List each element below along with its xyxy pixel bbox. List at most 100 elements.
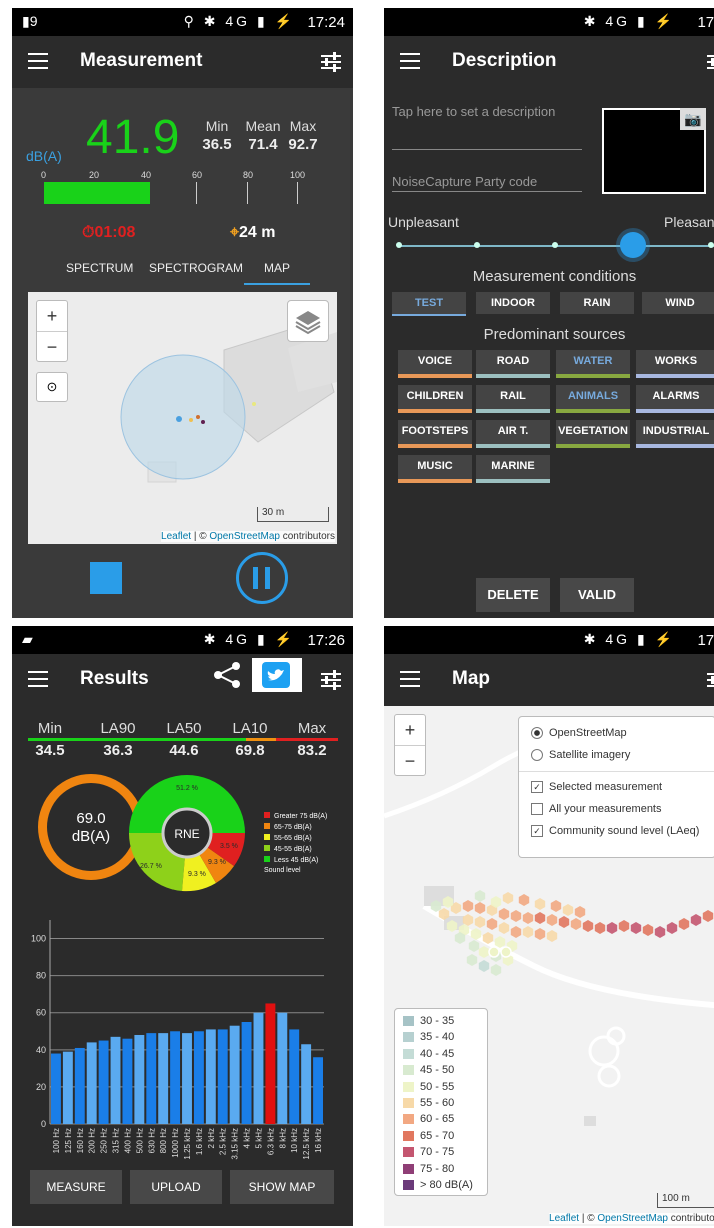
layers-button[interactable]: [287, 300, 329, 342]
x-tick-label: 100 Hz: [52, 1128, 61, 1153]
condition-indoor[interactable]: INDOOR: [476, 292, 550, 314]
x-tick-label: 16 kHz: [314, 1128, 323, 1153]
settings-sliders-icon[interactable]: [319, 668, 343, 692]
settings-sliders-icon[interactable]: [319, 50, 343, 74]
spectrum-bar: [170, 1031, 181, 1124]
level-label-max: Max: [297, 720, 327, 737]
leaflet-link[interactable]: Leaflet: [549, 1213, 579, 1224]
measure-button[interactable]: MEASURE: [30, 1170, 122, 1204]
legend-45-55: 45-55 dB(A): [264, 845, 312, 853]
level-value-la50: 44.6: [169, 742, 199, 759]
x-tick-label: 160 Hz: [76, 1128, 85, 1153]
leaflet-link[interactable]: Leaflet: [161, 531, 191, 542]
zoom-in-button[interactable]: +: [395, 715, 425, 746]
page-title: Map: [452, 668, 490, 689]
measurement-panel: dB(A) 41.9 Min Mean Max 36.5 71.4 92.7 0…: [12, 88, 353, 618]
legend-55-65: 55-65 dB(A): [264, 834, 312, 842]
photo-box[interactable]: 📷: [602, 108, 706, 194]
spectrum-bar: [51, 1053, 61, 1124]
x-tick-label: 3.15 kHz: [231, 1128, 240, 1160]
menu-icon[interactable]: [400, 53, 420, 69]
noise-hexagon: [534, 928, 546, 940]
source-music[interactable]: MUSIC: [398, 455, 472, 483]
menu-icon[interactable]: [28, 671, 48, 687]
layer-osm[interactable]: OpenStreetMap: [531, 727, 627, 740]
osm-link[interactable]: OpenStreetMap: [209, 531, 280, 542]
twitter-icon[interactable]: [252, 658, 302, 692]
legend-sound-level: Sound level: [264, 867, 301, 874]
pause-button[interactable]: [236, 552, 288, 604]
source-air-traffic[interactable]: AIR T.: [476, 420, 550, 448]
legend-swatch: [403, 1163, 414, 1174]
max-value: 92.7: [288, 136, 318, 153]
osm-link[interactable]: OpenStreetMap: [597, 1213, 668, 1224]
valid-button[interactable]: VALID: [560, 578, 634, 612]
menu-icon[interactable]: [28, 53, 48, 69]
measurement-screen: ▮9 ⚲ ✱ 4G ▮ ⚡ 17:24 Measurement dB(A) 41…: [12, 8, 353, 618]
source-voice[interactable]: VOICE: [398, 350, 472, 378]
map-scale: 30 m: [257, 507, 329, 522]
noise-pie-chart: RNE 51.2 % 26.7 % 9.3 % 9.3 % 3.5 %: [128, 775, 245, 892]
scale-tick-label: 0: [41, 170, 47, 180]
y-tick-label: 40: [36, 1045, 46, 1055]
condition-rain[interactable]: RAIN: [560, 292, 634, 314]
source-rail[interactable]: RAIL: [476, 385, 550, 413]
spectrum-bar: [122, 1038, 133, 1124]
results-screen: ▰ ✱ 4G ▮ ⚡ 17:26 Results Min LA90 LA50 L…: [12, 626, 353, 1226]
slider-thumb[interactable]: [620, 232, 646, 258]
status-bar: ✱ 4G ▮ ⚡ 17:26: [384, 8, 714, 36]
menu-icon[interactable]: [400, 671, 420, 687]
overlay-selected-measurement[interactable]: ✓ Selected measurement: [531, 781, 662, 794]
map-attribution: Leaflet | © OpenStreetMap contributors: [549, 1213, 714, 1224]
legend-less45: Less 45 dB(A): [264, 856, 318, 864]
results-panel: Min LA90 LA50 LA10 Max 34.5 36.3 44.6 69…: [12, 706, 353, 1226]
source-alarms[interactable]: ALARMS: [636, 385, 714, 413]
tab-map[interactable]: MAP: [264, 261, 290, 275]
noise-hexagon: [486, 918, 498, 930]
noise-hexagon: [702, 910, 714, 922]
legend-swatch: [403, 1032, 414, 1043]
source-works[interactable]: WORKS: [636, 350, 714, 378]
conditions-title: Measurement conditions: [472, 268, 637, 285]
delete-button[interactable]: DELETE: [476, 578, 550, 612]
layer-satellite[interactable]: Satellite imagery: [531, 749, 630, 762]
description-input[interactable]: Tap here to set a description: [392, 104, 582, 150]
overlay-all-measurements[interactable]: All your measurements: [531, 803, 662, 816]
source-animals[interactable]: ANIMALS: [556, 385, 630, 413]
source-water[interactable]: WATER: [556, 350, 630, 378]
settings-sliders-icon[interactable]: [705, 50, 714, 74]
page-title: Measurement: [80, 50, 203, 71]
source-vegetation[interactable]: VEGETATION: [556, 420, 630, 448]
add-photo-icon[interactable]: 📷: [680, 108, 706, 130]
zoom-in-button[interactable]: +: [37, 301, 67, 332]
x-tick-label: 2.5 kHz: [219, 1128, 228, 1155]
source-footsteps[interactable]: FOOTSTEPS: [398, 420, 472, 448]
legend-label: 50 - 55: [420, 1080, 455, 1093]
y-tick-label: 20: [36, 1082, 46, 1092]
show-map-button[interactable]: SHOW MAP: [230, 1170, 334, 1204]
stop-button[interactable]: [90, 562, 122, 594]
source-road[interactable]: ROAD: [476, 350, 550, 378]
condition-test[interactable]: TEST: [392, 292, 466, 316]
settings-sliders-icon[interactable]: [705, 668, 714, 692]
legend-row: 65 - 70: [403, 1130, 454, 1142]
source-industrial[interactable]: INDUSTRIAL: [636, 420, 714, 448]
tab-spectrogram[interactable]: SPECTROGRAM: [149, 261, 243, 275]
tab-spectrum[interactable]: SPECTRUM: [66, 261, 133, 275]
map-view[interactable]: + − ⊙ 30 m Leaflet | © OpenStreetMap con…: [28, 292, 337, 544]
source-children[interactable]: CHILDREN: [398, 385, 472, 413]
locate-button[interactable]: ⊙: [36, 372, 68, 402]
source-marine[interactable]: MARINE: [476, 455, 550, 483]
noise-hexagon: [606, 922, 618, 934]
noise-hexagon: [642, 924, 654, 936]
upload-button[interactable]: UPLOAD: [130, 1170, 222, 1204]
party-code-input[interactable]: NoiseCapture Party code: [392, 174, 582, 192]
share-icon[interactable]: [202, 658, 252, 692]
noise-map[interactable]: + − OpenStreetMap Satellite imagery ✓ Sel…: [384, 706, 714, 1226]
zoom-out-button[interactable]: −: [37, 332, 67, 362]
zoom-out-button[interactable]: −: [395, 746, 425, 776]
condition-wind[interactable]: WIND: [642, 292, 714, 314]
overlay-community-level[interactable]: ✓ Community sound level (LAeq): [531, 825, 699, 838]
legend-label: 60 - 65: [420, 1113, 455, 1126]
legend-swatch: [403, 1048, 414, 1059]
